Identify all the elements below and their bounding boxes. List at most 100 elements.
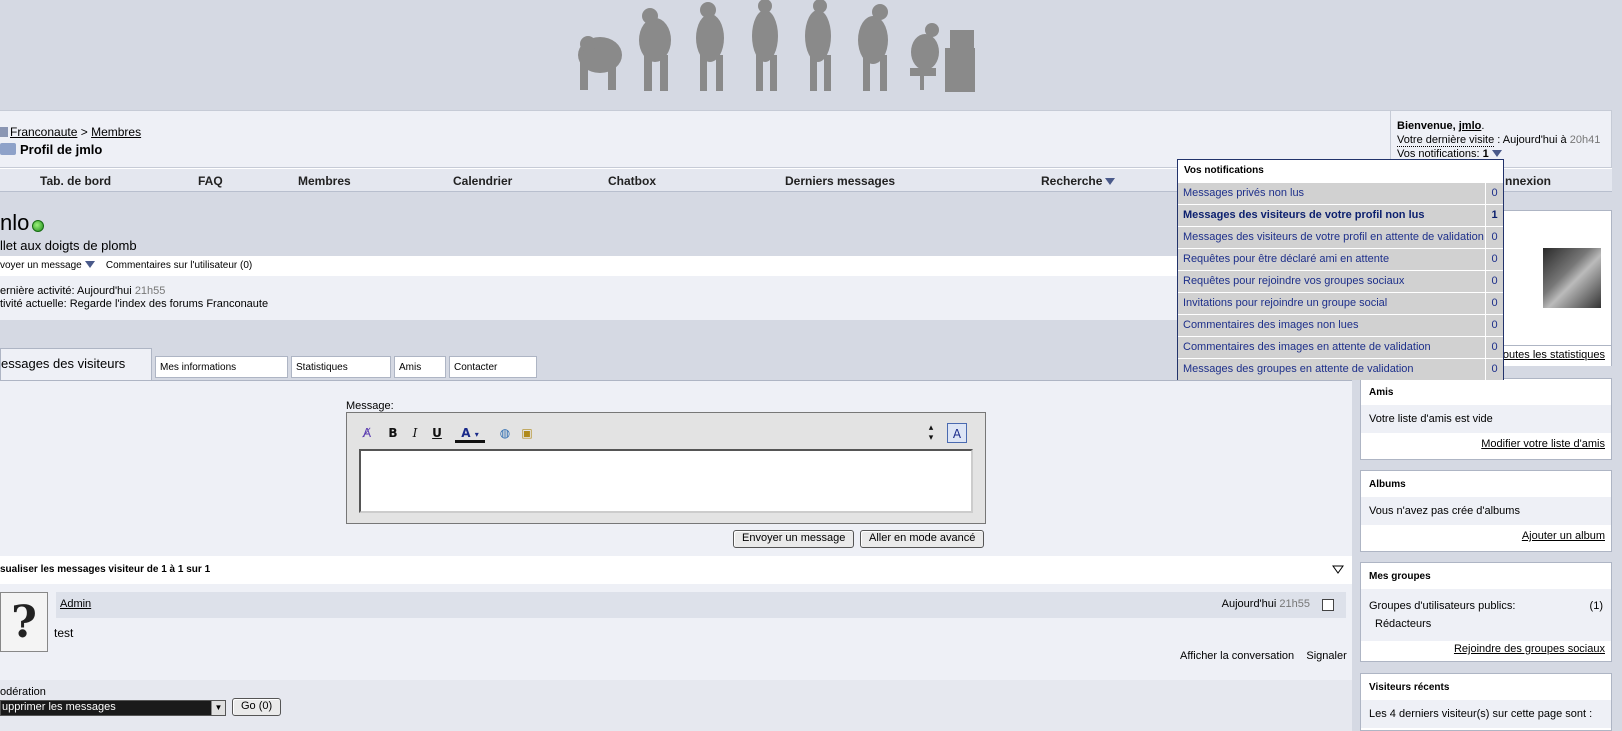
nav-dashboard[interactable]: Tab. de bord: [40, 174, 111, 188]
show-conversation-link[interactable]: Afficher la conversation: [1180, 650, 1294, 662]
chevron-down-icon: [1105, 178, 1116, 185]
recent-visitors-body: Les 4 derniers visiteur(s) sur cette pag…: [1361, 700, 1611, 728]
notification-item[interactable]: Requêtes pour rejoindre vos groupes soci…: [1178, 270, 1503, 292]
online-status-icon: [32, 220, 44, 232]
italic-icon[interactable]: I: [405, 423, 425, 443]
message-body: test: [54, 626, 74, 640]
message-select-checkbox[interactable]: [1322, 599, 1334, 611]
public-groups-count: (1): [1589, 600, 1603, 612]
notification-count: 0: [1485, 249, 1503, 270]
last-visit-label: Votre dernière visite: [1397, 134, 1495, 147]
home-icon[interactable]: [0, 127, 8, 137]
notification-count: 0: [1485, 293, 1503, 314]
notification-item[interactable]: Commentaires des images en attente de va…: [1178, 336, 1503, 358]
notification-item[interactable]: Messages privés non lus 0: [1178, 182, 1503, 204]
notification-item[interactable]: Messages des visiteurs de votre profil n…: [1178, 204, 1503, 226]
bold-icon[interactable]: B: [383, 423, 403, 443]
insert-image-icon[interactable]: ▣: [517, 423, 537, 443]
last-visit-value: : Aujourd'hui à: [1497, 134, 1567, 146]
notifications-title: Vos notifications: [1184, 165, 1264, 176]
welcome-greeting: Bienvenue,: [1397, 120, 1456, 132]
notification-label[interactable]: Commentaires des images en attente de va…: [1183, 341, 1431, 353]
all-statistics-link[interactable]: outes les statistiques: [1503, 349, 1605, 361]
public-groups-label: Groupes d'utilisateurs publics:: [1369, 600, 1516, 612]
sidebar-groups-box: Mes groupes Groupes d'utilisateurs publi…: [1360, 562, 1612, 662]
page-title: Profil de jmlo: [0, 142, 102, 157]
profile-usertitle: llet aux doigts de plomb: [0, 238, 137, 253]
notification-item[interactable]: Messages des groupes en attente de valid…: [1178, 358, 1503, 380]
message-textarea[interactable]: [359, 449, 973, 513]
report-link[interactable]: Signaler: [1306, 650, 1346, 662]
profile-action-bar: voyer un message Commentaires sur l'util…: [0, 256, 1352, 276]
message-label: Message:: [346, 400, 394, 412]
notification-item[interactable]: Requêtes pour être déclaré ami en attent…: [1178, 248, 1503, 270]
notification-label[interactable]: Messages des groupes en attente de valid…: [1183, 363, 1414, 375]
tab-visitor-messages[interactable]: essages des visiteurs: [0, 348, 152, 380]
albums-title: Albums: [1361, 471, 1611, 497]
profile-header: [0, 196, 1352, 256]
resize-editor-icon[interactable]: ▴ ▾: [921, 423, 941, 443]
chevron-down-icon: [84, 261, 95, 268]
nav-members[interactable]: Membres: [298, 174, 351, 188]
nav-logout[interactable]: nnexion: [1505, 174, 1551, 188]
join-groups-link[interactable]: Rejoindre des groupes sociaux: [1454, 643, 1605, 655]
friends-title: Amis: [1361, 379, 1611, 405]
nav-chatbox[interactable]: Chatbox: [608, 174, 656, 188]
underline-icon[interactable]: U: [427, 423, 447, 443]
notification-label[interactable]: Messages des visiteurs de votre profil e…: [1183, 231, 1484, 243]
group-item[interactable]: Rédacteurs: [1369, 615, 1603, 633]
notification-count: 0: [1485, 359, 1503, 380]
remove-format-icon[interactable]: A̸: [357, 423, 377, 443]
moderation-select[interactable]: upprimer les messages ▼: [0, 700, 226, 716]
sidebar-friends-box: Amis Votre liste d'amis est vide Modifie…: [1360, 378, 1612, 460]
albums-body: Vous n'avez pas crée d'albums: [1361, 497, 1611, 525]
tab-my-info[interactable]: Mes informations: [155, 356, 288, 378]
activity-panel: ernière activité: Aujourd'hui 21h55 tivi…: [0, 276, 1352, 320]
tab-statistics[interactable]: Statistiques: [291, 356, 391, 378]
insert-link-icon[interactable]: ◍: [495, 423, 515, 443]
notification-label[interactable]: Requêtes pour rejoindre vos groupes soci…: [1183, 275, 1404, 287]
notification-count: 0: [1485, 227, 1503, 248]
user-comments-link[interactable]: Commentaires sur l'utilisateur (0): [106, 260, 252, 271]
nav-calendar[interactable]: Calendrier: [453, 174, 512, 188]
visitor-message-meta: Admin Aujourd'hui 21h55: [56, 592, 1346, 618]
add-album-link[interactable]: Ajouter un album: [1522, 530, 1605, 542]
sidebar-recent-visitors-box: Visiteurs récents Les 4 derniers visiteu…: [1360, 673, 1612, 731]
moderation-go-button[interactable]: Go (0): [232, 698, 282, 716]
send-message-button[interactable]: Envoyer un message: [733, 530, 855, 548]
breadcrumb-site-link[interactable]: Franconaute: [10, 125, 77, 139]
notification-label[interactable]: Commentaires des images non lues: [1183, 319, 1358, 331]
nav-latest-posts[interactable]: Derniers messages: [785, 174, 895, 188]
edit-friends-link[interactable]: Modifier votre liste d'amis: [1481, 438, 1605, 450]
notification-item[interactable]: Invitations pour rejoindre un groupe soc…: [1178, 292, 1503, 314]
welcome-username-link[interactable]: jmlo: [1459, 120, 1482, 132]
tab-friends[interactable]: Amis: [394, 356, 446, 378]
chevron-down-icon[interactable]: [1491, 150, 1502, 157]
notification-count: 0: [1485, 271, 1503, 292]
notification-label[interactable]: Messages privés non lus: [1183, 187, 1304, 199]
profile-picture: [1543, 248, 1601, 308]
tab-contact[interactable]: Contacter: [449, 356, 537, 378]
last-activity-time: 21h55: [134, 285, 166, 297]
advanced-mode-button[interactable]: Aller en mode avancé: [860, 530, 985, 548]
notification-count: 0: [1485, 315, 1503, 336]
collapse-icon[interactable]: [1332, 565, 1344, 574]
last-activity-label: ernière activité:: [0, 285, 75, 297]
notification-label[interactable]: Messages des visiteurs de votre profil n…: [1183, 209, 1424, 221]
last-visit-time: 20h41: [1569, 134, 1601, 146]
notification-item[interactable]: Commentaires des images non lues 0: [1178, 314, 1503, 336]
font-color-icon[interactable]: A ▾: [455, 423, 485, 443]
chevron-down-icon[interactable]: ▼: [211, 701, 225, 715]
breadcrumb-members-link[interactable]: Membres: [91, 125, 141, 139]
editor-toolbar: A̸ B I U A ▾ ◍ ▣ ▴ ▾ A: [355, 421, 975, 445]
nav-faq[interactable]: FAQ: [198, 174, 223, 188]
send-message-menu[interactable]: voyer un message: [0, 260, 95, 271]
notification-label[interactable]: Invitations pour rejoindre un groupe soc…: [1183, 297, 1387, 309]
notification-label[interactable]: Requêtes pour être déclaré ami en attent…: [1183, 253, 1389, 265]
switch-editor-mode-icon[interactable]: A: [947, 423, 967, 443]
notification-item[interactable]: Messages des visiteurs de votre profil e…: [1178, 226, 1503, 248]
nav-search[interactable]: Recherche: [1041, 174, 1116, 188]
message-author-link[interactable]: Admin: [60, 598, 91, 610]
last-activity-value: Aujourd'hui: [77, 285, 132, 297]
message-actions: Afficher la conversation Signaler: [1180, 650, 1347, 662]
